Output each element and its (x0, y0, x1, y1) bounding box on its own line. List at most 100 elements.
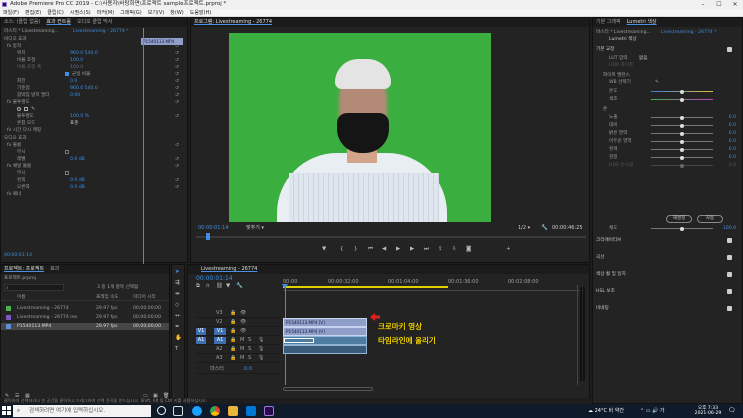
eyedropper-icon[interactable]: ✎ (655, 79, 659, 86)
ec-row-opacity-value[interactable]: 불투명도 100.0 % ↺ (1, 113, 187, 120)
ec-row-channel-volume[interactable]: fx 채널 볼륨 ↺ (1, 163, 187, 170)
track-header-a1[interactable]: A1 A1 🔒 M S 🎙 (196, 336, 280, 345)
uniform-scale-checkbox[interactable] (65, 72, 69, 76)
hand-tool-icon[interactable]: ✋ (175, 335, 182, 341)
cortana-icon[interactable] (157, 406, 166, 415)
video-clip-v2[interactable]: P1540113.MP4 [V] (283, 318, 367, 327)
exposure-row[interactable]: 노출 0.0 (599, 114, 736, 121)
lumetri-effect-select[interactable]: Lumetri 색상 (599, 36, 736, 43)
menu-edit[interactable]: 편집(E) (25, 9, 41, 16)
exposure-slider[interactable] (651, 115, 713, 120)
timeline-horizontal-scrollbar[interactable] (283, 387, 373, 391)
work-area-bar[interactable] (283, 286, 448, 288)
section-curves[interactable]: 곡선 (596, 254, 736, 261)
ec-row-level[interactable]: 레벨 0.0 dB ↺ (1, 156, 187, 163)
flicker-value[interactable]: 0.00 (70, 92, 80, 99)
section-creative[interactable]: 크리에이티브 (596, 237, 736, 244)
add-button-icon[interactable]: + (506, 246, 511, 252)
mark-out-icon[interactable]: } (354, 246, 358, 252)
whites-row[interactable]: 흰색 0.0 (599, 146, 736, 153)
position-value[interactable]: 960.0 540.0 (70, 50, 98, 57)
lut-input-select[interactable]: 없음 (639, 55, 647, 62)
column-media-start[interactable]: 미디어 시작 (133, 294, 156, 301)
reset-icon[interactable]: ↺ (175, 64, 179, 71)
tab-lumetri-color[interactable]: Lumetri 색상 (627, 18, 657, 27)
mute-button[interactable]: M (240, 336, 244, 345)
ec-row-volume[interactable]: fx 볼륨 ↺ (1, 142, 187, 149)
whites-slider[interactable] (651, 147, 713, 152)
minimize-button[interactable]: – (695, 0, 711, 9)
reset-icon[interactable]: ↺ (175, 142, 179, 149)
slider-handle[interactable] (680, 131, 684, 136)
auto-button[interactable]: 자동 (697, 215, 723, 223)
taskbar-search-input[interactable]: ⌕ 검색하려면 여기에 입력하십시오. (13, 405, 151, 417)
tab-effect-controls[interactable]: 효과 컨트롤 (46, 18, 71, 27)
reset-icon[interactable]: ↺ (175, 57, 179, 64)
ec-row-blend-mode[interactable]: 혼합 모드 표준 (1, 120, 187, 127)
vignette-checkbox[interactable] (727, 306, 732, 311)
contrast-row[interactable]: 대비 0.0 (599, 122, 736, 129)
close-button[interactable]: ✕ (727, 0, 743, 9)
edge-browser-icon[interactable] (192, 406, 202, 416)
rectangle-mask-icon[interactable] (24, 107, 28, 111)
reset-icon[interactable]: ↺ (175, 156, 179, 163)
color-wheels-checkbox[interactable] (727, 272, 732, 277)
reset-icon[interactable]: ↺ (175, 163, 179, 170)
wb-picker-row[interactable]: WB 선택기 ✎ (599, 79, 736, 86)
pen-mask-icon[interactable]: ✎ (31, 106, 35, 113)
ec-row-anchor[interactable]: 기준점 960.0 540.0 ↺ (1, 85, 187, 92)
reset-icon[interactable]: ↺ (175, 177, 179, 184)
menu-sequence[interactable]: 시퀀스(S) (70, 9, 91, 16)
tab-program[interactable]: 프로그램: Livestreaming - 26774 (194, 18, 272, 27)
menu-graphics[interactable]: 그래픽(G) (120, 9, 142, 16)
slider-handle[interactable] (680, 226, 684, 231)
reset-icon[interactable]: ↺ (175, 78, 179, 85)
pen-tool-icon[interactable]: ✒ (175, 324, 180, 330)
bypass-checkbox[interactable] (65, 150, 69, 154)
program-video-frame[interactable] (229, 33, 491, 222)
lut-input-row[interactable]: LUT 입력 없음 (599, 55, 736, 62)
menu-clip[interactable]: 클립(C) (47, 9, 64, 16)
mic-icon[interactable]: 🎙 (258, 336, 264, 345)
store-icon[interactable] (246, 406, 256, 416)
ec-row-bypass[interactable]: 무시 (1, 149, 187, 156)
reset-icon[interactable]: ↺ (175, 184, 179, 191)
slip-tool-icon[interactable]: ↔ (175, 313, 180, 319)
lock-icon[interactable]: 🔒 (230, 318, 236, 327)
hsl-secondary-checkbox[interactable] (727, 289, 732, 294)
tint-slider[interactable] (651, 97, 713, 102)
tab-audio-clip-mixer[interactable]: 오디오 클립 믹서 (77, 18, 112, 27)
ec-row-uniform-scale[interactable]: 균일 비율 ↺ (1, 71, 187, 78)
export-frame-icon[interactable]: ◙ (466, 246, 471, 252)
highlights-row[interactable]: 밝은 영역 0.0 (599, 130, 736, 137)
scale-width-value[interactable]: 100.0 (70, 64, 83, 71)
anchor-value[interactable]: 960.0 540.0 (70, 85, 98, 92)
rotation-value[interactable]: 0.0 (70, 78, 77, 85)
master-volume-value[interactable]: 0.0 (244, 365, 252, 374)
reset-icon[interactable]: ↺ (175, 92, 179, 99)
clock[interactable]: 오후 7:33 2021-06-29 (693, 405, 723, 416)
ec-timecode[interactable]: 00:00:01:14 (4, 252, 32, 259)
mute-button[interactable]: M (240, 345, 244, 354)
ec-row-right[interactable]: 오른쪽 0.0 dB ↺ (1, 184, 187, 191)
list-item[interactable]: Livestreaming - 26774 29.97 fps 00;00;00… (1, 305, 169, 312)
ec-row-rotation[interactable]: 회전 0.0 ↺ (1, 78, 187, 85)
notification-icon[interactable]: 🗨 (728, 407, 736, 414)
slider-handle[interactable] (680, 123, 684, 128)
step-back-icon[interactable]: ◀ (382, 246, 386, 252)
lock-icon[interactable]: 🔒 (230, 327, 236, 336)
temperature-slider[interactable] (651, 89, 713, 94)
eye-icon[interactable]: 👁 (240, 318, 246, 327)
timeline-settings-icon[interactable]: 🔧 (236, 283, 243, 289)
ec-row-flicker[interactable]: 깜박임 방지 필터 0.00 ↺ (1, 92, 187, 99)
menu-view[interactable]: 보기(V) (148, 9, 165, 16)
shadows-row[interactable]: 어두운 영역 0.0 (599, 138, 736, 145)
ec-row-scale[interactable]: 비율 조정 100.0 ↺ (1, 57, 187, 64)
ec-row-bypass-2[interactable]: 무시 (1, 170, 187, 177)
highlights-slider[interactable] (651, 131, 713, 136)
eye-icon[interactable]: 👁 (240, 309, 246, 318)
program-scrub-bar[interactable] (196, 233, 586, 240)
snap-icon[interactable]: ∩ (206, 283, 210, 289)
maximize-button[interactable]: ☐ (711, 0, 727, 9)
mic-icon[interactable]: 🎙 (258, 354, 264, 363)
